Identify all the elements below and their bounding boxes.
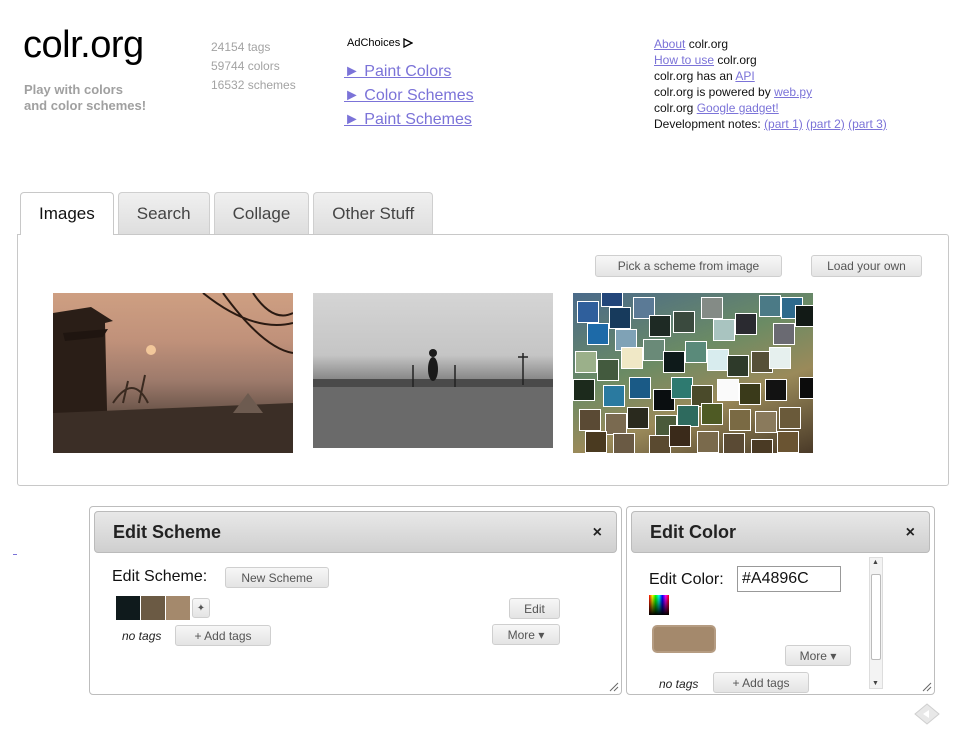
edit-scheme-title: Edit Scheme — [113, 521, 222, 542]
edit-scheme-header[interactable]: Edit Scheme × — [94, 511, 617, 553]
site-stats: 24154 tags 59744 colors 16532 schemes — [211, 38, 296, 95]
tagline: Play with colors and color schemes! — [24, 82, 146, 114]
scheme-swatch-3[interactable] — [166, 596, 190, 620]
pier-scene — [313, 349, 553, 448]
stat-colors: 59744 colors — [211, 59, 280, 73]
edit-scheme-panel: Edit Scheme × Edit Scheme: New Scheme ✦ … — [89, 506, 622, 695]
new-scheme-button[interactable]: New Scheme — [225, 567, 329, 588]
color-add-tags-button[interactable]: + Add tags — [713, 672, 809, 693]
color-no-tags: no tags — [659, 677, 699, 691]
color-spectrum-icon[interactable] — [649, 595, 669, 615]
dev-notes-part3-link[interactable]: (part 3) — [848, 117, 887, 131]
tab-search[interactable]: Search — [117, 192, 210, 234]
scheme-swatch-1[interactable] — [116, 596, 140, 620]
hex-color-input[interactable] — [737, 566, 841, 592]
nav-color-schemes[interactable]: ► Color Schemes — [344, 84, 474, 108]
scheme-add-tags-button[interactable]: + Add tags — [175, 625, 271, 646]
image-thumbnail-pier[interactable] — [313, 293, 553, 448]
images-panel: Pick a scheme from image Load your own — [17, 234, 949, 486]
scheme-swatch-2[interactable] — [141, 596, 165, 620]
scroll-up-icon[interactable]: ▲ — [872, 559, 879, 566]
diamond-arrow-icon[interactable] — [913, 702, 941, 726]
nav-paint-colors[interactable]: ► Paint Colors — [344, 60, 474, 84]
ad-choices[interactable]: AdChoices — [347, 37, 414, 49]
scroll-down-icon[interactable]: ▼ — [872, 680, 879, 687]
scrollbar[interactable]: ▲ ▼ — [869, 557, 883, 689]
sunset-scene — [53, 293, 293, 453]
dev-notes-part1-link[interactable]: (part 1) — [764, 117, 803, 131]
image-thumbnail-sunset[interactable] — [53, 293, 293, 453]
site-title[interactable]: colr.org — [23, 24, 144, 67]
scheme-no-tags: no tags — [122, 629, 162, 643]
main-nav: ► Paint Colors ► Color Schemes ► Paint S… — [344, 60, 474, 132]
edit-color-panel: Edit Color × Edit Color: More ▾ no tags … — [626, 506, 935, 695]
edit-color-title: Edit Color — [650, 521, 736, 542]
scheme-edit-button[interactable]: Edit — [509, 598, 560, 619]
tab-collage[interactable]: Collage — [213, 192, 310, 234]
scroll-thumb[interactable] — [871, 574, 881, 660]
ad-choices-icon — [403, 38, 414, 48]
close-icon[interactable]: × — [593, 524, 602, 542]
scheme-more-button[interactable]: More ▾ — [492, 624, 560, 645]
pick-scheme-button[interactable]: Pick a scheme from image — [595, 255, 782, 277]
tab-bar: Images Search Collage Other Stuff — [20, 192, 434, 235]
page-marker — [13, 554, 17, 555]
edit-color-label: Edit Color: — [649, 571, 724, 588]
ad-choices-label: AdChoices — [347, 37, 401, 49]
how-to-use-link[interactable]: How to use — [654, 53, 714, 67]
tab-images[interactable]: Images — [20, 192, 114, 235]
color-more-button[interactable]: More ▾ — [785, 645, 851, 666]
edit-scheme-label: Edit Scheme: — [112, 568, 208, 585]
tagline-line-2: and color schemes! — [24, 98, 147, 113]
tab-other-stuff[interactable]: Other Stuff — [313, 192, 434, 234]
api-link[interactable]: API — [735, 69, 754, 83]
add-swatch-icon[interactable]: ✦ — [192, 598, 210, 618]
color-preview — [654, 627, 714, 651]
stat-schemes: 16532 schemes — [211, 78, 296, 92]
nav-paint-schemes[interactable]: ► Paint Schemes — [344, 108, 474, 132]
image-thumbnail-collage[interactable] — [573, 293, 813, 453]
google-gadget-link[interactable]: Google gadget! — [697, 101, 779, 115]
info-links: About colr.org How to use colr.org colr.… — [654, 37, 887, 131]
dev-notes-part2-link[interactable]: (part 2) — [806, 117, 845, 131]
webpy-link[interactable]: web.py — [774, 85, 812, 99]
resize-grip-icon[interactable] — [920, 680, 932, 692]
stat-tags: 24154 tags — [211, 40, 271, 54]
tagline-line-1: Play with colors — [24, 82, 123, 97]
close-icon[interactable]: × — [906, 524, 915, 542]
load-your-own-button[interactable]: Load your own — [811, 255, 922, 277]
resize-grip-icon[interactable] — [607, 680, 619, 692]
edit-color-header[interactable]: Edit Color × — [631, 511, 930, 553]
about-link[interactable]: About — [654, 37, 685, 51]
